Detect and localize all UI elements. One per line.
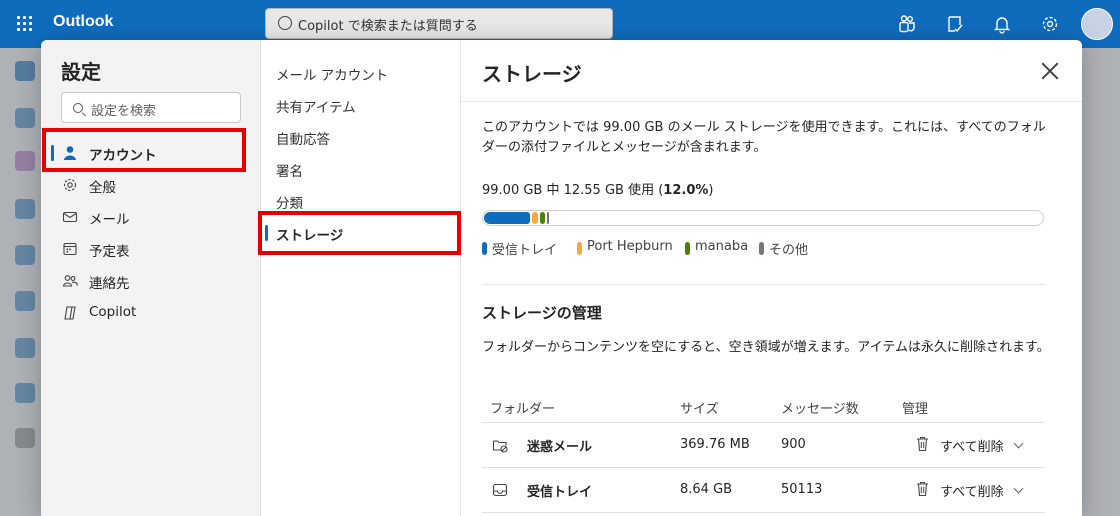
folder-size: 369.76 MB: [680, 437, 750, 452]
chevron-down-icon: [1013, 438, 1024, 449]
subnav-signature[interactable]: 署名: [261, 153, 460, 185]
trash-icon: [917, 481, 928, 497]
settings-search-placeholder: 設定を検索: [91, 104, 157, 119]
settings-nav-label: 全般: [89, 180, 116, 196]
table-divider: [482, 422, 1045, 423]
folder-name: 迷惑メール: [527, 440, 593, 455]
column-header-size: サイズ: [680, 402, 719, 417]
table-divider: [482, 467, 1045, 468]
mail-icon: [62, 211, 78, 223]
gear-icon: [63, 178, 77, 192]
legend-swatch: [482, 242, 487, 255]
settings-category-pane: 設定 設定を検索 アカウント 全般 メール 予定表 連絡先 Copilot: [41, 40, 261, 516]
legend-label: manaba: [695, 239, 749, 254]
folder-name: 受信トレイ: [527, 485, 593, 500]
subnav-label: 共有アイテム: [276, 100, 356, 116]
legend-swatch: [577, 242, 582, 255]
subnav-email-accounts[interactable]: メール アカウント: [261, 57, 460, 89]
column-header-messages: メッセージ数: [781, 402, 859, 417]
subnav-automatic-replies[interactable]: 自動応答: [261, 121, 460, 153]
account-subnav: メール アカウント 共有アイテム 自動応答 署名 分類 ストレージ: [261, 40, 461, 516]
subnav-shared-items[interactable]: 共有アイテム: [261, 89, 460, 121]
folder-size: 8.64 GB: [680, 482, 733, 497]
settings-nav-label: 予定表: [89, 244, 130, 260]
message-count: 50113: [781, 482, 823, 497]
copilot-search-icon: [278, 16, 292, 30]
legend-label: Port Hepburn: [587, 239, 673, 254]
legend-swatch: [759, 242, 764, 255]
page-title: ストレージ: [482, 62, 582, 86]
usage-segment: [547, 212, 549, 224]
usage-prefix: 99.00 GB 中 12.55 GB 使用 (: [482, 183, 664, 198]
section-divider: [482, 284, 1045, 285]
usage-percent: 12.0%: [663, 183, 709, 198]
subnav-label: メール アカウント: [276, 68, 389, 84]
settings-title: 設定: [61, 60, 101, 84]
gear-icon[interactable]: [1040, 14, 1060, 34]
column-header-folder: フォルダー: [490, 402, 556, 417]
settings-nav-general[interactable]: 全般: [51, 169, 251, 201]
subnav-label: 署名: [276, 164, 303, 180]
usage-segment: [484, 212, 530, 224]
calendar-icon: [63, 242, 77, 256]
close-icon[interactable]: [1039, 60, 1061, 82]
teams-icon[interactable]: [897, 14, 917, 34]
manage-storage-title: ストレージの管理: [482, 304, 602, 322]
notes-icon[interactable]: [945, 14, 965, 34]
junk-folder-icon: [492, 440, 508, 453]
storage-content: ストレージ このアカウントでは 99.00 GB のメール ストレージを使用でき…: [461, 40, 1082, 516]
legend-swatch: [685, 242, 690, 255]
settings-search-input[interactable]: 設定を検索: [61, 92, 241, 123]
settings-nav-label: Copilot: [89, 304, 137, 320]
settings-nav-mail[interactable]: メール: [51, 201, 251, 233]
search-box[interactable]: Copilot で検索または質問する: [265, 8, 613, 39]
storage-description: このアカウントでは 99.00 GB のメール ストレージを使用できます。これに…: [482, 120, 1046, 155]
manage-storage-description: フォルダーからコンテンツを空にすると、空き領域が増えます。アイテムは永久に削除さ…: [482, 340, 1050, 355]
subnav-label: 自動応答: [276, 132, 330, 148]
subnav-label: 分類: [276, 196, 303, 212]
app-launcher-icon[interactable]: [17, 16, 33, 32]
settings-dialog: 設定 設定を検索 アカウント 全般 メール 予定表 連絡先 Copilot メー…: [41, 40, 1082, 516]
delete-all-label: すべて削除: [940, 440, 1004, 455]
settings-nav-calendar[interactable]: 予定表: [51, 233, 251, 265]
storage-usage-text: 99.00 GB 中 12.55 GB 使用 (12.0%): [482, 179, 713, 198]
column-header-manage: 管理: [902, 402, 929, 417]
table-divider: [482, 512, 1045, 513]
chevron-down-icon: [1013, 483, 1024, 494]
app-title[interactable]: Outlook: [53, 13, 113, 31]
settings-nav-label: 連絡先: [89, 276, 130, 292]
storage-usage-bar: [482, 210, 1044, 226]
settings-nav-copilot[interactable]: Copilot: [51, 297, 251, 329]
inbox-icon: [492, 483, 508, 497]
usage-segment: [540, 212, 545, 224]
highlight-box-storage: [258, 211, 461, 255]
highlight-box-account: [42, 128, 246, 172]
settings-nav-label: メール: [89, 212, 130, 228]
bell-icon[interactable]: [992, 14, 1012, 34]
search-icon: [73, 103, 83, 113]
settings-nav-contacts[interactable]: 連絡先: [51, 265, 251, 297]
usage-segment: [532, 212, 538, 224]
contacts-icon: [62, 275, 78, 287]
message-count: 900: [781, 437, 806, 452]
delete-all-label: すべて削除: [940, 485, 1004, 500]
usage-suffix: ): [708, 183, 714, 198]
legend-label: その他: [769, 243, 809, 258]
avatar[interactable]: [1081, 8, 1113, 40]
header-divider: [461, 101, 1082, 102]
legend-label: 受信トレイ: [492, 243, 558, 258]
search-placeholder: Copilot で検索または質問する: [298, 19, 478, 34]
trash-icon: [917, 436, 928, 452]
copilot-icon: [64, 306, 76, 320]
